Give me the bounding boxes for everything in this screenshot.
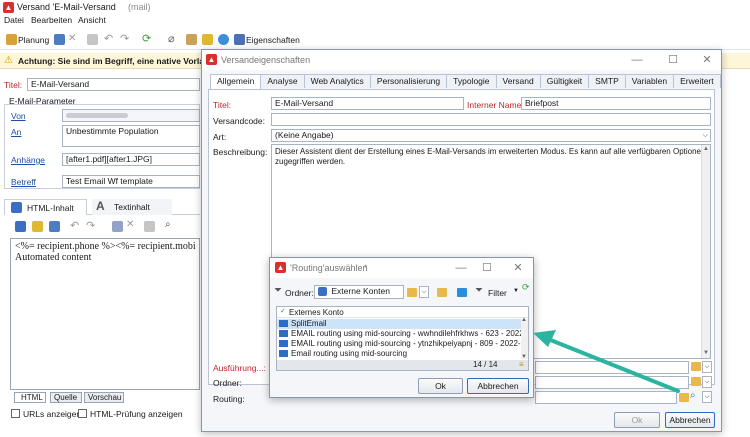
arrow-line: [546, 337, 680, 393]
annotation-arrow: [533, 330, 680, 393]
arrow-head-icon: [533, 330, 556, 347]
